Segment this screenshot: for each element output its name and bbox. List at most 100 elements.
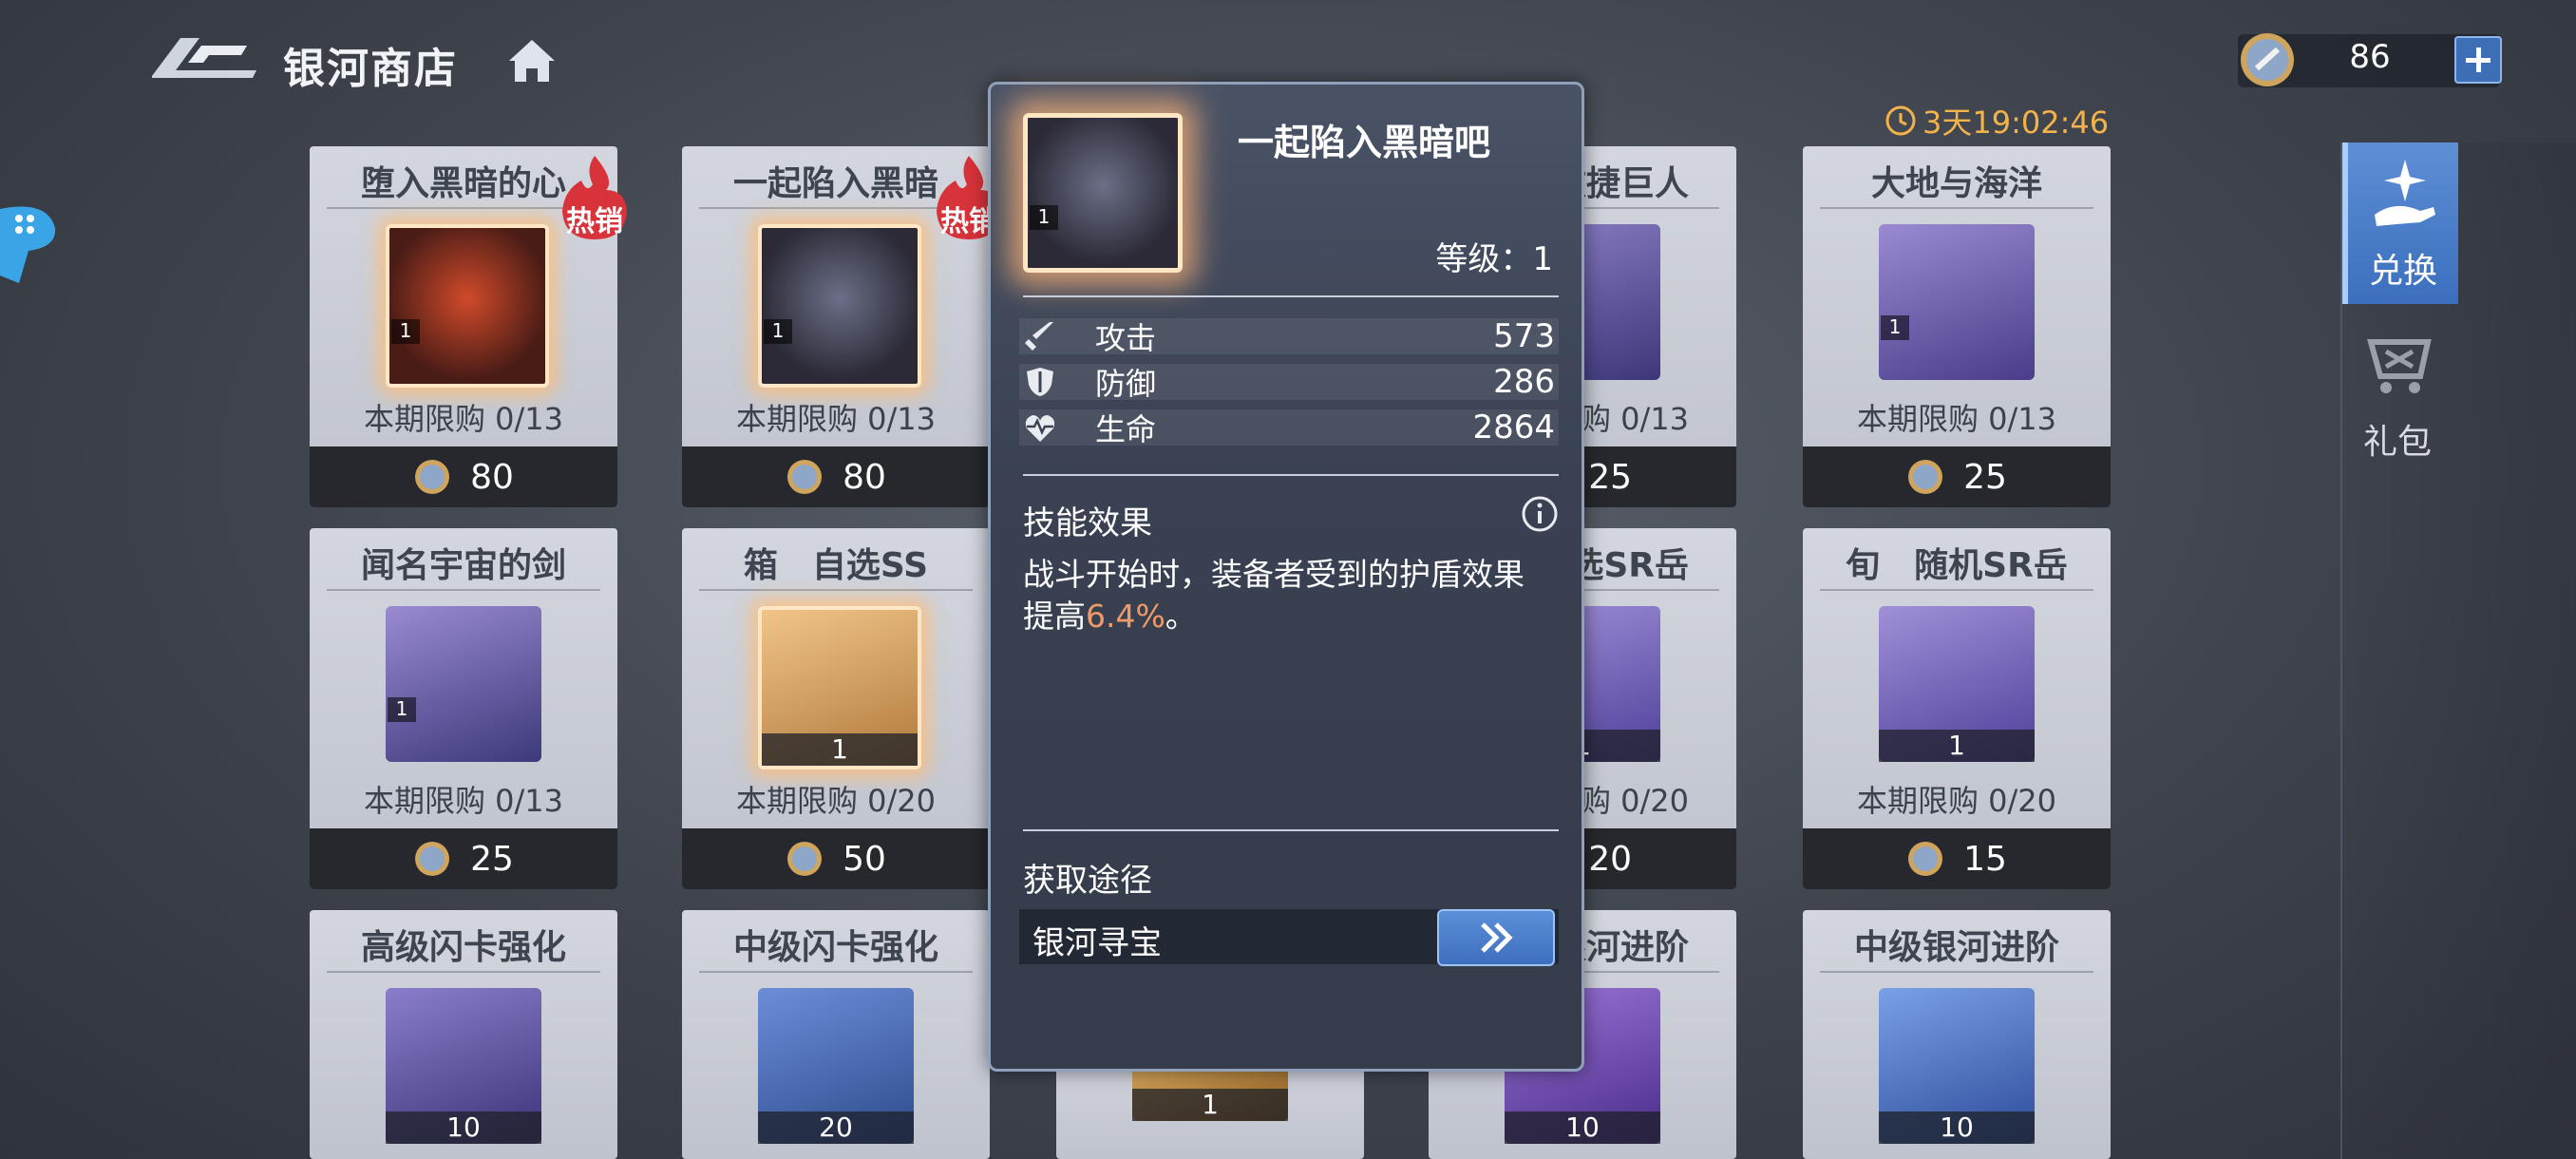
popup-level: 等级：1	[1435, 240, 1553, 278]
skill-description: 战斗开始时，装备者受到的护盾效果 提高6.4%。	[1023, 554, 1555, 637]
item-quantity: 10	[1879, 1112, 2035, 1144]
item-quantity: 1	[1132, 1089, 1288, 1121]
tab-gift[interactable]: 礼包	[2342, 314, 2453, 475]
price-value: 80	[843, 457, 886, 497]
sword-icon	[1025, 322, 1053, 351]
skill-text: 。	[1165, 598, 1197, 635]
divider	[327, 971, 600, 973]
divider	[1023, 829, 1559, 831]
skill-highlight-value: 6.4%	[1086, 598, 1165, 635]
price-value: 25	[1963, 457, 2007, 497]
item-level: 1	[391, 319, 420, 344]
exchange-icon	[2375, 160, 2435, 226]
tab-exchange-label: 兑换	[2368, 252, 2437, 291]
home-icon[interactable]	[505, 36, 559, 86]
shop-card[interactable]: 闻名宇宙的剑 1 本期限购 0/13 25	[310, 528, 617, 889]
item-quantity: 20	[758, 1112, 914, 1144]
stat-value: 2864	[1472, 408, 1555, 446]
goto-source-button[interactable]	[1437, 909, 1555, 966]
item-name: 旬 随机SR岳	[1846, 546, 2068, 585]
price-value: 20	[1588, 839, 1632, 879]
item-quantity: 1	[762, 733, 918, 766]
price-bar[interactable]: 80	[682, 446, 990, 507]
item-image: 20	[758, 988, 914, 1144]
heart-icon	[1025, 415, 1055, 442]
item-name: 闻名宇宙的剑	[360, 546, 566, 585]
item-image: 1	[1879, 224, 2035, 380]
price-value: 25	[470, 839, 514, 879]
coin-icon	[415, 460, 450, 494]
info-icon[interactable]	[1521, 495, 1559, 533]
item-image: 10	[1879, 988, 2035, 1144]
page-title: 银河商店	[283, 45, 458, 93]
stat-label: 攻击	[1095, 320, 1157, 356]
price-value: 25	[1588, 457, 1632, 497]
skill-line-1: 战斗开始时，装备者受到的护盾效果	[1023, 556, 1525, 593]
price-bar[interactable]: 25	[310, 828, 617, 889]
stat-label: 防御	[1095, 366, 1157, 402]
floating-assistant-button[interactable]	[0, 200, 61, 285]
coin-icon	[415, 842, 450, 876]
item-image: 1	[386, 224, 549, 388]
purchase-limit: 本期限购 0/13	[735, 401, 937, 437]
divider	[1820, 589, 2093, 591]
shop-card[interactable]: 中级银河进阶 10	[1803, 910, 2111, 1159]
source-label: 银河寻宝	[1032, 924, 1162, 962]
item-name: 高级闪卡强化	[360, 928, 566, 967]
divider	[327, 589, 600, 591]
timer-text: 3天19:02:46	[1923, 104, 2110, 141]
shop-card[interactable]: 高级闪卡强化 10	[310, 910, 617, 1159]
clock-icon	[1885, 105, 1916, 136]
stat-value: 286	[1493, 363, 1555, 401]
skill-line-2: 提高6.4%。	[1023, 596, 1555, 637]
skill-text: 提高	[1023, 598, 1086, 635]
shop-card[interactable]: 中级闪卡强化 20	[682, 910, 990, 1159]
skill-section-title: 技能效果	[1023, 504, 1152, 542]
item-image: 1	[1879, 606, 2035, 762]
item-level: 1	[388, 697, 416, 722]
item-quantity: 1	[1879, 730, 2035, 762]
item-quantity: 10	[386, 1112, 541, 1144]
stat-row-health: 生命 2864	[1019, 408, 1559, 447]
stat-value: 573	[1493, 317, 1555, 355]
shop-card[interactable]: 大地与海洋 1 本期限购 0/13 25	[1803, 146, 2111, 507]
shop-card[interactable]: 旬 随机SR岳 1 本期限购 0/20 15	[1803, 528, 2111, 889]
price-value: 50	[843, 839, 886, 879]
purchase-limit: 本期限购 0/20	[1856, 783, 2057, 819]
divider	[1820, 971, 2093, 973]
source-section-title: 获取途径	[1023, 862, 1152, 900]
hot-badge: 热销	[549, 152, 640, 243]
coin-icon	[787, 842, 823, 876]
source-row[interactable]: 银河寻宝	[1019, 909, 1559, 966]
shop-card[interactable]: 箱 自选SS 1 本期限购 0/20 50	[682, 528, 990, 889]
price-bar[interactable]: 25	[1803, 446, 2111, 507]
price-bar[interactable]: 50	[682, 828, 990, 889]
coin-icon	[787, 460, 823, 494]
purchase-limit: 本期限购 0/13	[1856, 401, 2057, 437]
price-value: 15	[1963, 839, 2007, 879]
currency-amount: 86	[2349, 38, 2391, 76]
stat-row-defense: 防御 286	[1019, 363, 1559, 402]
coin-icon	[2241, 33, 2294, 86]
purchase-limit: 本期限购 0/20	[735, 783, 937, 819]
item-name: 箱 自选SS	[743, 546, 929, 585]
divider	[699, 971, 973, 973]
purchase-limit: 本期限购 0/13	[363, 783, 564, 819]
item-quantity: 10	[1505, 1112, 1660, 1144]
divider	[1023, 295, 1559, 297]
price-bar[interactable]: 15	[1803, 828, 2111, 889]
item-level: 1	[764, 319, 792, 344]
add-currency-button[interactable]	[2454, 36, 2502, 84]
back-button[interactable]	[142, 28, 266, 86]
price-value: 80	[470, 457, 514, 497]
coin-icon	[1908, 460, 1943, 494]
stat-label: 生命	[1095, 411, 1157, 447]
cart-icon	[2367, 339, 2432, 393]
item-image: 1	[758, 606, 921, 770]
item-name: 中级银河进阶	[1853, 928, 2059, 967]
price-bar[interactable]: 80	[310, 446, 617, 507]
tab-exchange[interactable]: 兑换	[2342, 142, 2458, 304]
tab-gift-label: 礼包	[2362, 423, 2432, 462]
divider	[1023, 474, 1559, 476]
item-image: 1	[386, 606, 541, 762]
